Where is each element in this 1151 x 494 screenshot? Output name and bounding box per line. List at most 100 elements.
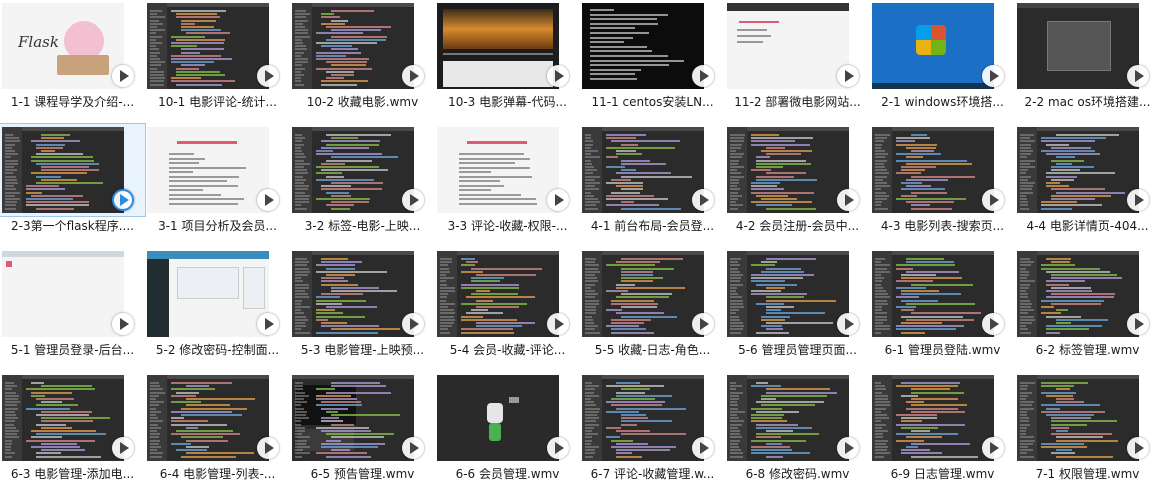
play-icon[interactable] — [547, 65, 569, 87]
video-tile[interactable]: 4-4 电影详情页-404... — [1015, 124, 1151, 246]
play-icon[interactable] — [547, 437, 569, 459]
video-thumbnail[interactable] — [145, 248, 290, 340]
play-icon[interactable] — [837, 189, 859, 211]
play-icon[interactable] — [692, 65, 714, 87]
play-icon[interactable] — [257, 65, 279, 87]
video-filename[interactable]: 2-3第一个flask程序.... — [0, 217, 145, 235]
video-thumbnail[interactable] — [0, 248, 145, 340]
video-tile[interactable]: 5-3 电影管理-上映预... — [290, 248, 435, 370]
play-icon[interactable] — [1127, 65, 1149, 87]
video-filename[interactable]: 6-4 电影管理-列表-... — [145, 465, 290, 483]
video-tile[interactable]: 6-6 会员管理.wmv — [435, 372, 580, 494]
video-tile[interactable]: 6-7 评论-收藏管理.w... — [580, 372, 725, 494]
play-icon[interactable] — [692, 189, 714, 211]
video-thumbnail[interactable] — [725, 124, 870, 216]
play-icon[interactable] — [257, 189, 279, 211]
video-thumbnail[interactable] — [725, 0, 870, 92]
video-tile[interactable]: 6-3 电影管理-添加电... — [0, 372, 145, 494]
play-icon[interactable] — [692, 437, 714, 459]
video-filename[interactable]: 6-7 评论-收藏管理.w... — [580, 465, 725, 483]
video-tile[interactable]: 6-9 日志管理.wmv — [870, 372, 1015, 494]
video-filename[interactable]: 5-2 修改密码-控制面... — [145, 341, 290, 359]
video-filename[interactable]: 6-3 电影管理-添加电... — [0, 465, 145, 483]
play-icon[interactable] — [112, 313, 134, 335]
play-icon[interactable] — [982, 65, 1004, 87]
video-thumbnail[interactable] — [290, 248, 435, 340]
video-filename[interactable]: 1-1 课程导学及介绍-... — [0, 93, 145, 111]
video-filename[interactable]: 6-8 修改密码.wmv — [725, 465, 870, 483]
video-tile[interactable]: 6-2 标签管理.wmv — [1015, 248, 1151, 370]
video-thumbnail[interactable] — [1015, 248, 1151, 340]
video-filename[interactable]: 11-1 centos安装LN... — [580, 93, 725, 111]
video-filename[interactable]: 3-1 项目分析及会员... — [145, 217, 290, 235]
play-icon[interactable] — [547, 189, 569, 211]
video-tile[interactable]: 5-2 修改密码-控制面... — [145, 248, 290, 370]
video-filename[interactable]: 6-1 管理员登陆.wmv — [870, 341, 1015, 359]
video-filename[interactable]: 4-3 电影列表-搜索页... — [870, 217, 1015, 235]
video-tile[interactable]: 5-6 管理员管理页面... — [725, 248, 870, 370]
video-tile[interactable]: Flask 1-1 课程导学及介绍-... — [0, 0, 145, 122]
play-icon[interactable] — [257, 437, 279, 459]
video-filename[interactable]: 4-4 电影详情页-404... — [1015, 217, 1151, 235]
play-icon[interactable] — [1127, 313, 1149, 335]
video-tile[interactable]: 6-5 预告管理.wmv — [290, 372, 435, 494]
video-filename[interactable]: 6-6 会员管理.wmv — [435, 465, 580, 483]
video-thumbnail[interactable] — [290, 124, 435, 216]
video-thumbnail[interactable] — [290, 0, 435, 92]
video-tile[interactable]: 11-1 centos安装LN... — [580, 0, 725, 122]
video-tile[interactable]: 10-3 电影弹幕-代码... — [435, 0, 580, 122]
play-icon[interactable] — [547, 313, 569, 335]
video-tile[interactable]: 3-1 项目分析及会员... — [145, 124, 290, 246]
video-filename[interactable]: 4-2 会员注册-会员中... — [725, 217, 870, 235]
video-tile[interactable]: 11-2 部署微电影网站... — [725, 0, 870, 122]
video-thumbnail[interactable] — [435, 0, 580, 92]
video-thumbnail[interactable] — [580, 248, 725, 340]
video-thumbnail[interactable] — [145, 0, 290, 92]
play-icon[interactable] — [982, 437, 1004, 459]
video-tile[interactable]: 2-2 mac os环境搭建... — [1015, 0, 1151, 122]
video-tile[interactable]: 5-4 会员-收藏-评论... — [435, 248, 580, 370]
video-filename[interactable]: 10-3 电影弹幕-代码... — [435, 93, 580, 111]
play-icon[interactable] — [1127, 437, 1149, 459]
video-tile[interactable]: 4-1 前台布局-会员登... — [580, 124, 725, 246]
video-filename[interactable]: 6-2 标签管理.wmv — [1015, 341, 1151, 359]
play-icon[interactable] — [692, 313, 714, 335]
video-thumbnail[interactable] — [580, 0, 725, 92]
video-filename[interactable]: 2-2 mac os环境搭建... — [1015, 93, 1151, 111]
video-thumbnail[interactable] — [580, 124, 725, 216]
video-thumbnail[interactable] — [1015, 0, 1151, 92]
video-tile[interactable]: 5-5 收藏-日志-角色... — [580, 248, 725, 370]
video-filename[interactable]: 11-2 部署微电影网站... — [725, 93, 870, 111]
play-icon[interactable] — [257, 313, 279, 335]
video-tile[interactable]: 10-1 电影评论-统计... — [145, 0, 290, 122]
video-filename[interactable]: 5-6 管理员管理页面... — [725, 341, 870, 359]
video-thumbnail[interactable] — [290, 372, 435, 464]
video-filename[interactable]: 4-1 前台布局-会员登... — [580, 217, 725, 235]
video-thumbnail[interactable] — [870, 124, 1015, 216]
video-filename[interactable]: 6-5 预告管理.wmv — [290, 465, 435, 483]
video-thumbnail[interactable] — [435, 248, 580, 340]
play-icon[interactable] — [837, 437, 859, 459]
video-tile[interactable]: 4-2 会员注册-会员中... — [725, 124, 870, 246]
video-thumbnail[interactable] — [870, 248, 1015, 340]
video-thumbnail[interactable]: Flask — [0, 0, 145, 92]
video-tile[interactable]: 6-8 修改密码.wmv — [725, 372, 870, 494]
play-icon[interactable] — [402, 313, 424, 335]
play-icon[interactable] — [982, 313, 1004, 335]
video-tile[interactable]: 6-4 电影管理-列表-... — [145, 372, 290, 494]
video-filename[interactable]: 5-4 会员-收藏-评论... — [435, 341, 580, 359]
play-icon[interactable] — [1127, 189, 1149, 211]
video-filename[interactable]: 10-2 收藏电影.wmv — [290, 93, 435, 111]
video-thumbnail[interactable] — [0, 123, 146, 217]
video-thumbnail[interactable] — [0, 372, 145, 464]
video-filename[interactable]: 6-9 日志管理.wmv — [870, 465, 1015, 483]
video-tile[interactable]: 6-1 管理员登陆.wmv — [870, 248, 1015, 370]
video-tile[interactable]: 2-1 windows环境搭... — [870, 0, 1015, 122]
video-thumbnail[interactable] — [1015, 372, 1151, 464]
video-filename[interactable]: 3-2 标签-电影-上映... — [290, 217, 435, 235]
video-thumbnail[interactable] — [1015, 124, 1151, 216]
video-tile[interactable]: 10-2 收藏电影.wmv — [290, 0, 435, 122]
play-icon[interactable] — [402, 65, 424, 87]
play-icon[interactable] — [982, 189, 1004, 211]
video-filename[interactable]: 5-3 电影管理-上映预... — [290, 341, 435, 359]
